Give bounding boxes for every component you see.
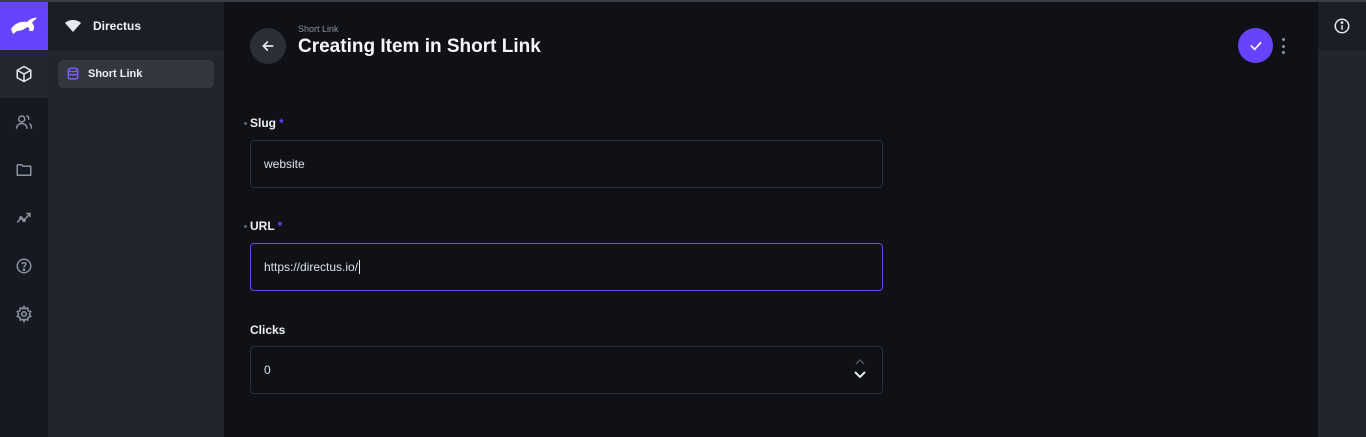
slug-label: Slug * [244, 116, 284, 130]
insights-icon [16, 212, 31, 223]
arrow-left-icon [262, 41, 274, 51]
content-box-icon [16, 65, 32, 83]
folder-icon [16, 164, 32, 176]
clicks-stepper[interactable] [854, 359, 866, 378]
navigation-panel: Directus Short Link [48, 2, 224, 437]
url-input[interactable]: https://directus.io/ [250, 243, 883, 291]
rail-insights[interactable] [0, 194, 48, 242]
project-header[interactable]: Directus [48, 2, 224, 50]
database-icon [67, 67, 79, 80]
directus-rabbit-icon [11, 17, 37, 34]
wifi-icon [65, 20, 81, 32]
project-name: Directus [93, 19, 142, 33]
rail-help[interactable] [0, 242, 48, 290]
text-caret [359, 260, 361, 274]
rail-content[interactable] [0, 50, 48, 98]
nav-item-short-link[interactable]: Short Link [58, 60, 214, 88]
nav-item-label: Short Link [88, 68, 143, 80]
rail-settings[interactable] [0, 290, 48, 338]
rail-users[interactable] [0, 98, 48, 146]
back-button[interactable] [250, 28, 286, 64]
sidebar [1318, 2, 1366, 437]
check-icon [1250, 41, 1261, 51]
more-vertical-icon [1281, 38, 1285, 41]
slug-input[interactable]: website [250, 140, 883, 188]
users-icon [15, 115, 33, 129]
save-button[interactable] [1238, 28, 1273, 63]
chevron-down-icon[interactable] [854, 371, 866, 378]
info-icon [1334, 18, 1350, 34]
settings-icon [16, 305, 32, 323]
chevron-up-icon[interactable] [855, 359, 865, 365]
module-rail [0, 2, 48, 437]
rail-files[interactable] [0, 146, 48, 194]
app-window: Directus Short Link Short Link Creating … [0, 0, 1366, 437]
clicks-input[interactable]: 0 [250, 346, 883, 394]
logo[interactable] [0, 2, 48, 50]
more-options-button[interactable] [1278, 36, 1288, 56]
url-label: URL * [244, 219, 282, 233]
info-button[interactable] [1318, 2, 1366, 50]
help-icon [16, 258, 32, 274]
main-content: Short Link Creating Item in Short Link S… [224, 2, 1318, 437]
breadcrumb[interactable]: Short Link [298, 24, 339, 34]
clicks-label: Clicks [250, 323, 286, 337]
page-title: Creating Item in Short Link [298, 36, 541, 57]
